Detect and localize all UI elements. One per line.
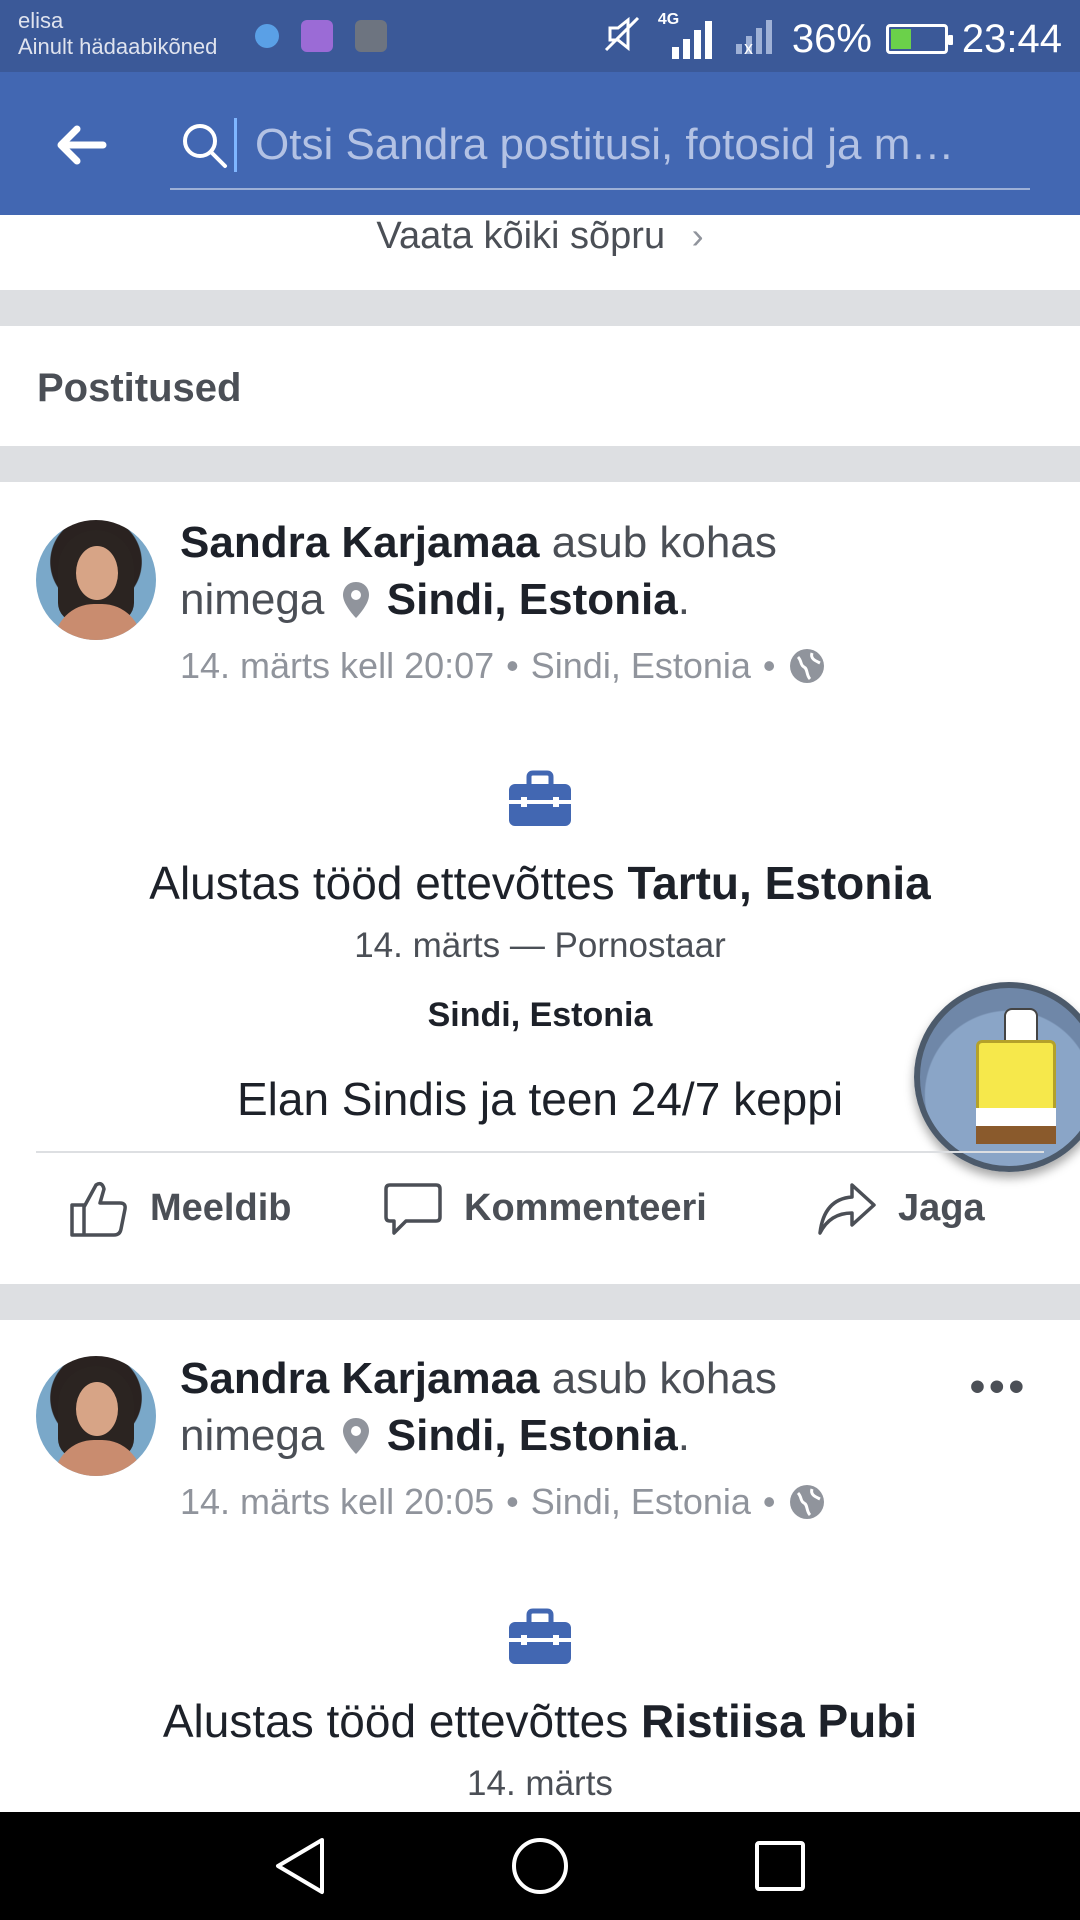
see-all-friends-label: Vaata kõiki sõpru xyxy=(376,215,666,257)
signal-icon: 4G xyxy=(658,11,718,61)
notification-icons xyxy=(255,20,387,52)
battery-icon xyxy=(885,24,953,54)
author-name[interactable]: Sandra Karjamaa xyxy=(180,1354,540,1403)
event-company[interactable]: Ristiisa Pubi xyxy=(641,1695,917,1747)
avatar[interactable] xyxy=(36,1356,156,1476)
status-right: 4G x 36% 23:44 xyxy=(600,11,1062,66)
back-button[interactable] xyxy=(46,110,116,180)
clock: 23:44 xyxy=(961,16,1062,61)
post-time[interactable]: 14. märts kell 20:07 xyxy=(180,645,494,687)
message-icon xyxy=(255,24,279,48)
post-divider xyxy=(0,1284,1080,1320)
place-label[interactable]: Sindi, Estonia xyxy=(0,996,1080,1035)
meta-place[interactable]: Sindi, Estonia xyxy=(531,1481,751,1523)
event-prefix: Alustas tööd ettevõttes xyxy=(162,1695,629,1747)
action-text: asub kohas xyxy=(551,1354,777,1403)
carrier-info: elisa Ainult hädaabikõned xyxy=(18,8,217,60)
square-recents-icon xyxy=(755,1841,805,1891)
see-all-friends-link[interactable]: Vaata kõiki sõpru › xyxy=(0,215,1080,290)
post-meta: 14. märts kell 20:05 • Sindi, Estonia • xyxy=(180,1481,826,1523)
life-event: Alustas tööd ettevõttes Ristiisa Pubi 14… xyxy=(0,1608,1080,1804)
circle-home-icon xyxy=(512,1838,568,1894)
period: . xyxy=(677,1411,690,1460)
post-actions: Meeldib Kommenteeri Jaga xyxy=(0,1153,1080,1263)
carrier-name: elisa xyxy=(18,8,64,33)
separator-dot: • xyxy=(506,1481,519,1522)
life-event-title: Alustas tööd ettevõttes Tartu, Estonia xyxy=(0,856,1080,910)
post-text: Elan Sindis ja teen 24/7 keppi xyxy=(236,1073,844,1125)
like-label: Meeldib xyxy=(150,1186,292,1229)
gallery-icon xyxy=(301,20,333,52)
more-options-button[interactable]: ••• xyxy=(970,1362,1028,1412)
globe-icon xyxy=(789,1485,824,1519)
post-meta: 14. märts kell 20:07 • Sindi, Estonia • xyxy=(180,645,826,687)
comment-icon xyxy=(384,1183,442,1235)
location-pin-icon xyxy=(342,582,369,618)
place-link[interactable]: Sindi, Estonia xyxy=(387,575,678,624)
section-divider xyxy=(0,446,1080,482)
svg-text:x: x xyxy=(744,38,753,56)
section-divider xyxy=(0,290,1080,326)
post-card: Sandra Karjamaa asub kohas nimega Sindi,… xyxy=(0,482,1080,1284)
place-link[interactable]: Sindi, Estonia xyxy=(387,1411,678,1460)
arrow-left-icon xyxy=(57,125,107,165)
signal-icon-2: x xyxy=(732,12,778,66)
search-field[interactable] xyxy=(170,102,1030,190)
mute-icon xyxy=(600,12,644,66)
post-time[interactable]: 14. märts kell 20:05 xyxy=(180,1481,494,1523)
avatar[interactable] xyxy=(36,520,156,640)
comment-label: Kommenteeri xyxy=(464,1186,707,1229)
search-header xyxy=(0,72,1080,215)
volume-icon xyxy=(355,20,387,52)
system-nav-bar xyxy=(0,1812,1080,1920)
meta-place[interactable]: Sindi, Estonia xyxy=(531,645,751,687)
nav-back-button[interactable] xyxy=(268,1834,332,1898)
share-label: Jaga xyxy=(898,1186,985,1229)
nimega-text: nimega xyxy=(180,575,325,624)
share-button[interactable]: Jaga xyxy=(816,1153,985,1263)
nav-home-button[interactable] xyxy=(508,1834,572,1898)
nav-recents-button[interactable] xyxy=(748,1834,812,1898)
network-type: 4G xyxy=(657,11,680,28)
posts-section-header: Postitused xyxy=(0,326,1080,446)
posts-section-title: Postitused xyxy=(37,366,242,410)
thumbs-up-icon xyxy=(70,1181,127,1237)
share-icon xyxy=(818,1183,876,1235)
emergency-text: Ainult hädaabikõned xyxy=(18,34,218,59)
briefcase-icon xyxy=(509,1608,571,1664)
life-event-subtitle: 14. märts — Pornostaar xyxy=(354,926,726,965)
battery-percent: 36% xyxy=(791,16,872,61)
status-bar: elisa Ainult hädaabikõned 4G x 36% 23:44 xyxy=(0,0,1080,72)
like-button[interactable]: Meeldib xyxy=(68,1153,291,1263)
separator-dot: • xyxy=(506,645,519,686)
event-prefix: Alustas tööd ettevõttes xyxy=(149,857,615,909)
search-input[interactable] xyxy=(234,118,1030,172)
separator-dot: • xyxy=(762,645,776,686)
nimega-text: nimega xyxy=(180,1411,325,1460)
post-card: ••• Sandra Karjamaa asub kohas nimega Si… xyxy=(0,1320,1080,1812)
location-pin-icon xyxy=(342,1418,369,1454)
event-company[interactable]: Tartu, Estonia xyxy=(627,857,930,909)
author-name[interactable]: Sandra Karjamaa xyxy=(180,518,540,567)
triangle-back-icon xyxy=(276,1838,324,1894)
life-event: Alustas tööd ettevõttes Tartu, Estonia 1… xyxy=(0,770,1080,966)
action-text: asub kohas xyxy=(551,518,777,567)
life-event-title: Alustas tööd ettevõttes Ristiisa Pubi xyxy=(0,1694,1080,1748)
comment-button[interactable]: Kommenteeri xyxy=(382,1153,707,1263)
life-event-subtitle: 14. märts xyxy=(467,1764,613,1803)
post-header: Sandra Karjamaa asub kohas nimega Sindi,… xyxy=(180,1350,900,1464)
globe-icon xyxy=(789,649,824,683)
post-header: Sandra Karjamaa asub kohas nimega Sindi,… xyxy=(180,514,900,628)
period: . xyxy=(677,575,690,624)
search-icon xyxy=(174,115,234,175)
chevron-right-icon: › xyxy=(691,215,704,256)
briefcase-icon xyxy=(509,770,571,826)
separator-dot: • xyxy=(762,1481,776,1522)
